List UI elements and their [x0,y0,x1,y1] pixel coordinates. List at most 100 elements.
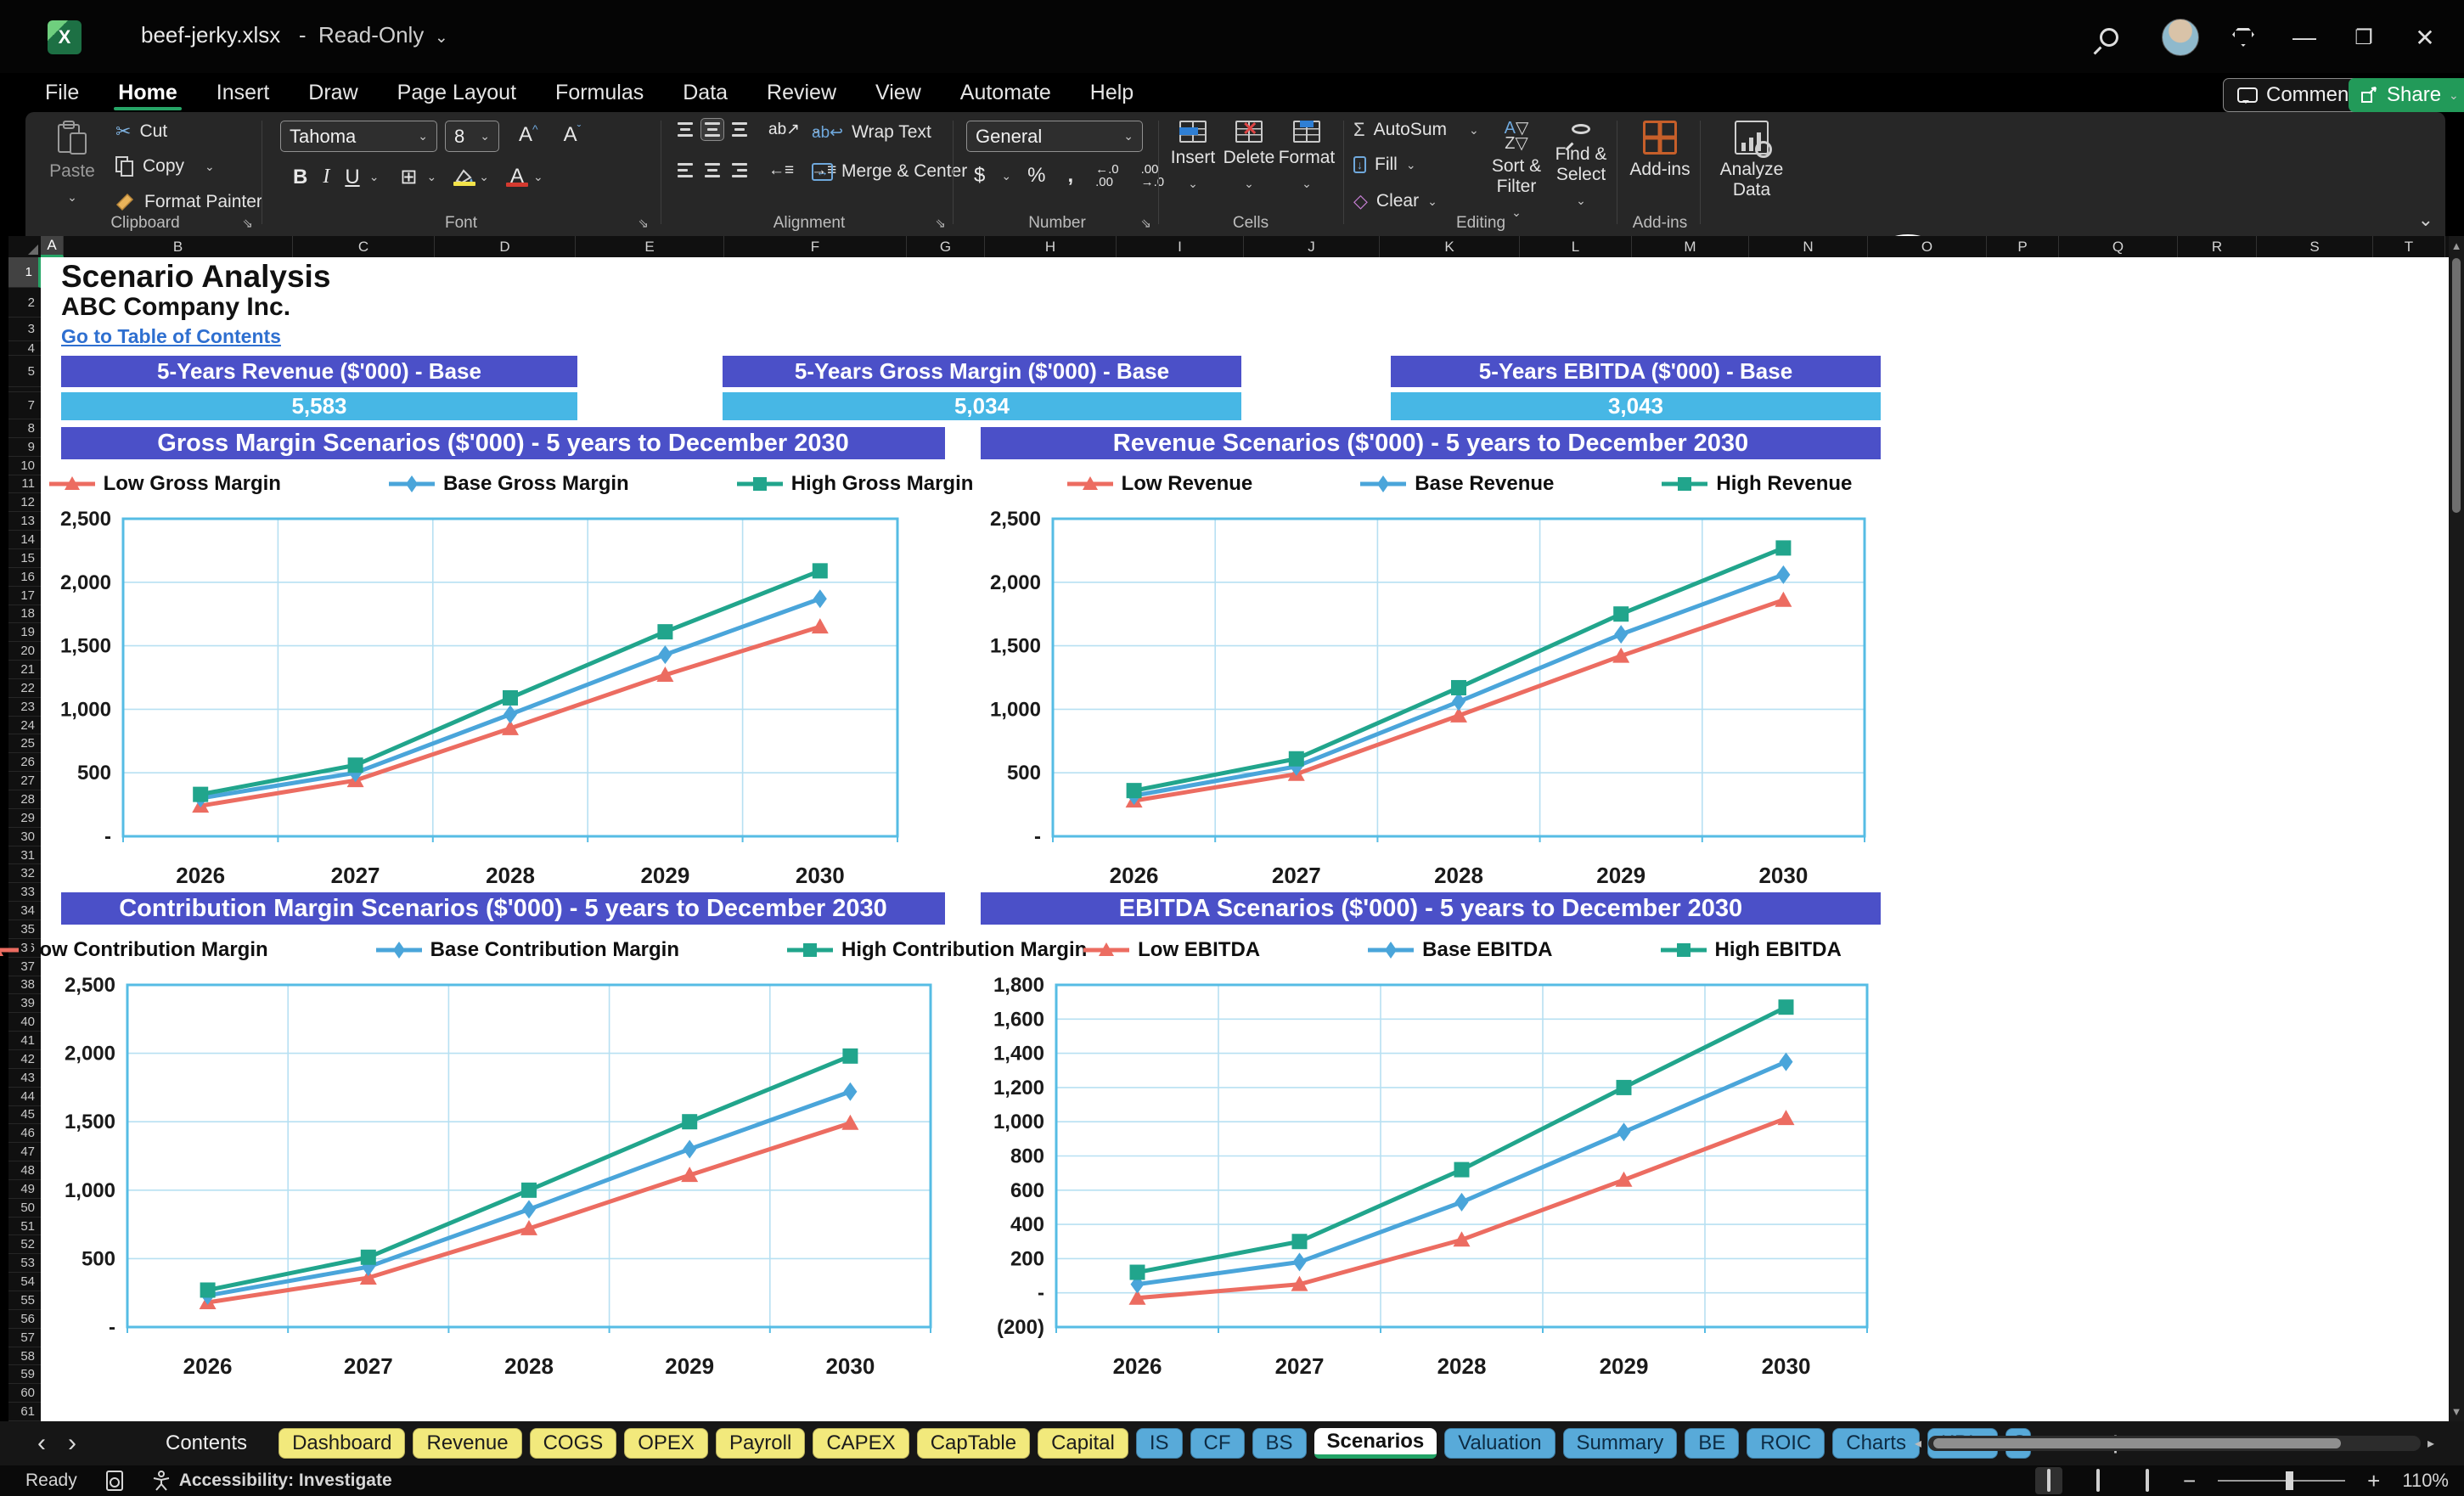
normal-view-button[interactable] [2034,1467,2062,1494]
row-header-40[interactable]: 40 [8,1013,41,1032]
row-header-7[interactable]: 7 [8,392,41,419]
zoom-in-icon[interactable]: + [2367,1468,2380,1494]
row-header-52[interactable]: 52 [8,1235,41,1255]
row-header-49[interactable]: 49 [8,1180,41,1199]
ribbon-tab-view[interactable]: View [856,73,941,112]
share-button[interactable]: Share ⌄ [2349,78,2464,112]
vertical-scroll-thumb[interactable] [2452,258,2461,513]
row-header-11[interactable]: 11 [8,475,41,494]
ribbon-tab-automate[interactable]: Automate [941,73,1071,112]
row-header-5[interactable]: 5 [8,356,41,387]
sort-filter-button[interactable]: A▽ Z▽ Sort & Filter ⌄ [1484,112,1549,219]
scroll-down-icon[interactable]: ▼ [2449,1405,2464,1418]
ribbon-tab-insert[interactable]: Insert [197,73,290,112]
zoom-slider-thumb[interactable] [2286,1471,2294,1490]
font-color-chevron[interactable]: ⌄ [533,170,543,184]
analyze-data-button[interactable]: Analyze Data [1705,112,1798,211]
ribbon-tab-draw[interactable]: Draw [289,73,377,112]
horizontal-scrollbar[interactable]: ◂ ▸ [1915,1433,2434,1454]
row-header-59[interactable]: 59 [8,1365,41,1385]
column-header-T[interactable]: T [2373,236,2445,257]
ribbon-tab-file[interactable]: File [25,73,98,112]
wrap-text-button[interactable]: ab↩ Wrap Text [812,122,931,143]
format-painter-button[interactable]: Format Painter [115,192,262,212]
percent-format-icon[interactable]: % [1021,164,1051,188]
paste-button[interactable]: Paste ⌄ [39,112,105,211]
prev-sheet-icon[interactable]: ‹ [37,1429,46,1458]
row-header-42[interactable]: 42 [8,1050,41,1069]
row-header-48[interactable]: 48 [8,1161,41,1180]
ribbon-tab-page-layout[interactable]: Page Layout [378,73,536,112]
select-all-corner[interactable] [8,236,41,257]
orientation-icon[interactable]: ab↗ [762,120,806,139]
autosum-button[interactable]: Σ AutoSum ⌄ [1353,119,1479,141]
ribbon-tab-review[interactable]: Review [747,73,856,112]
comma-format-icon[interactable]: , [1061,164,1079,188]
number-dialog-launcher[interactable]: ⇘ [1140,216,1151,231]
row-header-50[interactable]: 50 [8,1199,41,1218]
row-header-8[interactable]: 8 [8,419,41,438]
font-color-button[interactable]: A [504,166,530,187]
row-header-53[interactable]: 53 [8,1254,41,1274]
minimize-icon[interactable]: — [2286,19,2323,56]
sheet-canvas[interactable]: Scenario Analysis ABC Company Inc. Go to… [0,257,2449,1421]
column-header-N[interactable]: N [1749,236,1868,257]
row-header-43[interactable]: 43 [8,1069,41,1088]
row-header-60[interactable]: 60 [8,1384,41,1403]
column-header-K[interactable]: K [1380,236,1520,257]
sheet-tab-summary[interactable]: Summary [1562,1428,1678,1459]
column-header-F[interactable]: F [724,236,907,257]
number-format-select[interactable]: General ⌄ [966,121,1143,152]
underline-menu-chevron[interactable]: ⌄ [369,170,380,184]
copy-button[interactable]: Copy ⌄ [115,156,215,177]
sheet-tab-charts[interactable]: Charts [1832,1428,1920,1459]
row-header-44[interactable]: 44 [8,1088,41,1106]
decrease-indent-icon[interactable]: ←≡ [762,161,800,180]
sheet-tab-scenarios[interactable]: Scenarios [1314,1428,1437,1459]
horizontal-scroll-thumb[interactable] [1933,1438,2342,1448]
italic-button[interactable]: I [317,166,335,188]
zoom-slider[interactable] [2218,1471,2346,1490]
restore-icon[interactable]: ❐ [2345,19,2382,56]
sheet-tab-captable[interactable]: CapTable [916,1428,1031,1459]
column-header-J[interactable]: J [1244,236,1380,257]
sheet-tab-cogs[interactable]: COGS [529,1428,617,1459]
sheet-tab-contents[interactable]: Contents [153,1428,271,1459]
format-cells-button[interactable]: Format ⌄ [1277,112,1336,211]
sheet-tab-roic[interactable]: ROIC [1747,1428,1825,1459]
align-bottom-icon[interactable] [729,119,751,140]
table-of-contents-link[interactable]: Go to Table of Contents [61,325,281,348]
avatar[interactable] [2162,19,2199,56]
clipboard-dialog-launcher[interactable]: ⇘ [242,216,253,231]
ribbon-tab-formulas[interactable]: Formulas [536,73,663,112]
font-name-select[interactable]: Tahoma ⌄ [280,121,437,152]
fill-button[interactable]: ↓ Fill ⌄ [1353,155,1416,175]
insert-cells-button[interactable]: Insert ⌄ [1165,112,1221,211]
row-header-45[interactable]: 45 [8,1106,41,1125]
vertical-scrollbar[interactable]: ▲ ▼ [2449,236,2464,1421]
align-left-icon[interactable] [674,160,696,181]
cut-button[interactable]: ✂ Cut [115,121,167,143]
row-header-54[interactable]: 54 [8,1273,41,1292]
collapse-ribbon-icon[interactable]: ⌄ [2418,209,2433,231]
column-header-M[interactable]: M [1632,236,1749,257]
row-header-47[interactable]: 47 [8,1143,41,1162]
sheet-tab-cf[interactable]: CF [1190,1428,1245,1459]
hscroll-right-icon[interactable]: ▸ [2427,1435,2434,1452]
row-header-61[interactable]: 61 [8,1403,41,1421]
sheet-tab-payroll[interactable]: Payroll [715,1428,806,1459]
macro-record-icon[interactable] [105,1471,123,1491]
borders-icon[interactable]: ⊞ [394,165,423,189]
column-header-A[interactable]: A [41,236,64,257]
scroll-up-icon[interactable]: ▲ [2449,239,2464,252]
sheet-tab-dashboard[interactable]: Dashboard [278,1428,406,1459]
increase-decimal-icon[interactable]: ←.0.00 [1089,163,1125,188]
align-middle-icon[interactable] [700,118,724,141]
row-header-35[interactable]: 35 [8,920,41,939]
hscroll-left-icon[interactable]: ◂ [1915,1435,1921,1452]
find-select-button[interactable]: Find & Select ⌄ [1549,112,1613,211]
row-header-57[interactable]: 57 [8,1329,41,1347]
bold-button[interactable]: B [287,166,313,189]
delete-cells-button[interactable]: Delete⌄ [1221,112,1277,211]
sheet-tab-is[interactable]: IS [1135,1428,1183,1459]
